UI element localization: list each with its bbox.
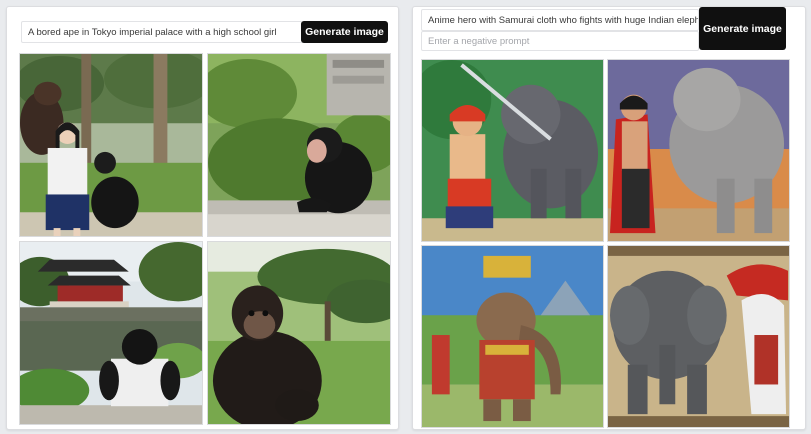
generated-image-2[interactable] (207, 53, 391, 237)
left-generator-panel: A bored ape in Tokyo imperial palace wit… (6, 6, 399, 430)
generated-image-4[interactable] (207, 241, 391, 425)
negative-prompt-input[interactable]: Enter a negative prompt (421, 31, 699, 51)
generated-image-2[interactable] (607, 59, 790, 242)
generated-image-3[interactable] (421, 245, 604, 428)
prompt-input[interactable]: A bored ape in Tokyo imperial palace wit… (21, 21, 303, 43)
generated-image-1[interactable] (19, 53, 203, 237)
generate-image-button[interactable]: Generate image (699, 7, 786, 50)
generated-image-1[interactable] (421, 59, 604, 242)
generated-image-4[interactable] (607, 245, 790, 428)
generate-image-button[interactable]: Generate image (301, 21, 388, 43)
generated-image-3[interactable] (19, 241, 203, 425)
prompt-input[interactable]: Anime hero with Samurai cloth who fights… (421, 9, 699, 31)
right-generator-panel: Anime hero with Samurai cloth who fights… (412, 6, 806, 430)
